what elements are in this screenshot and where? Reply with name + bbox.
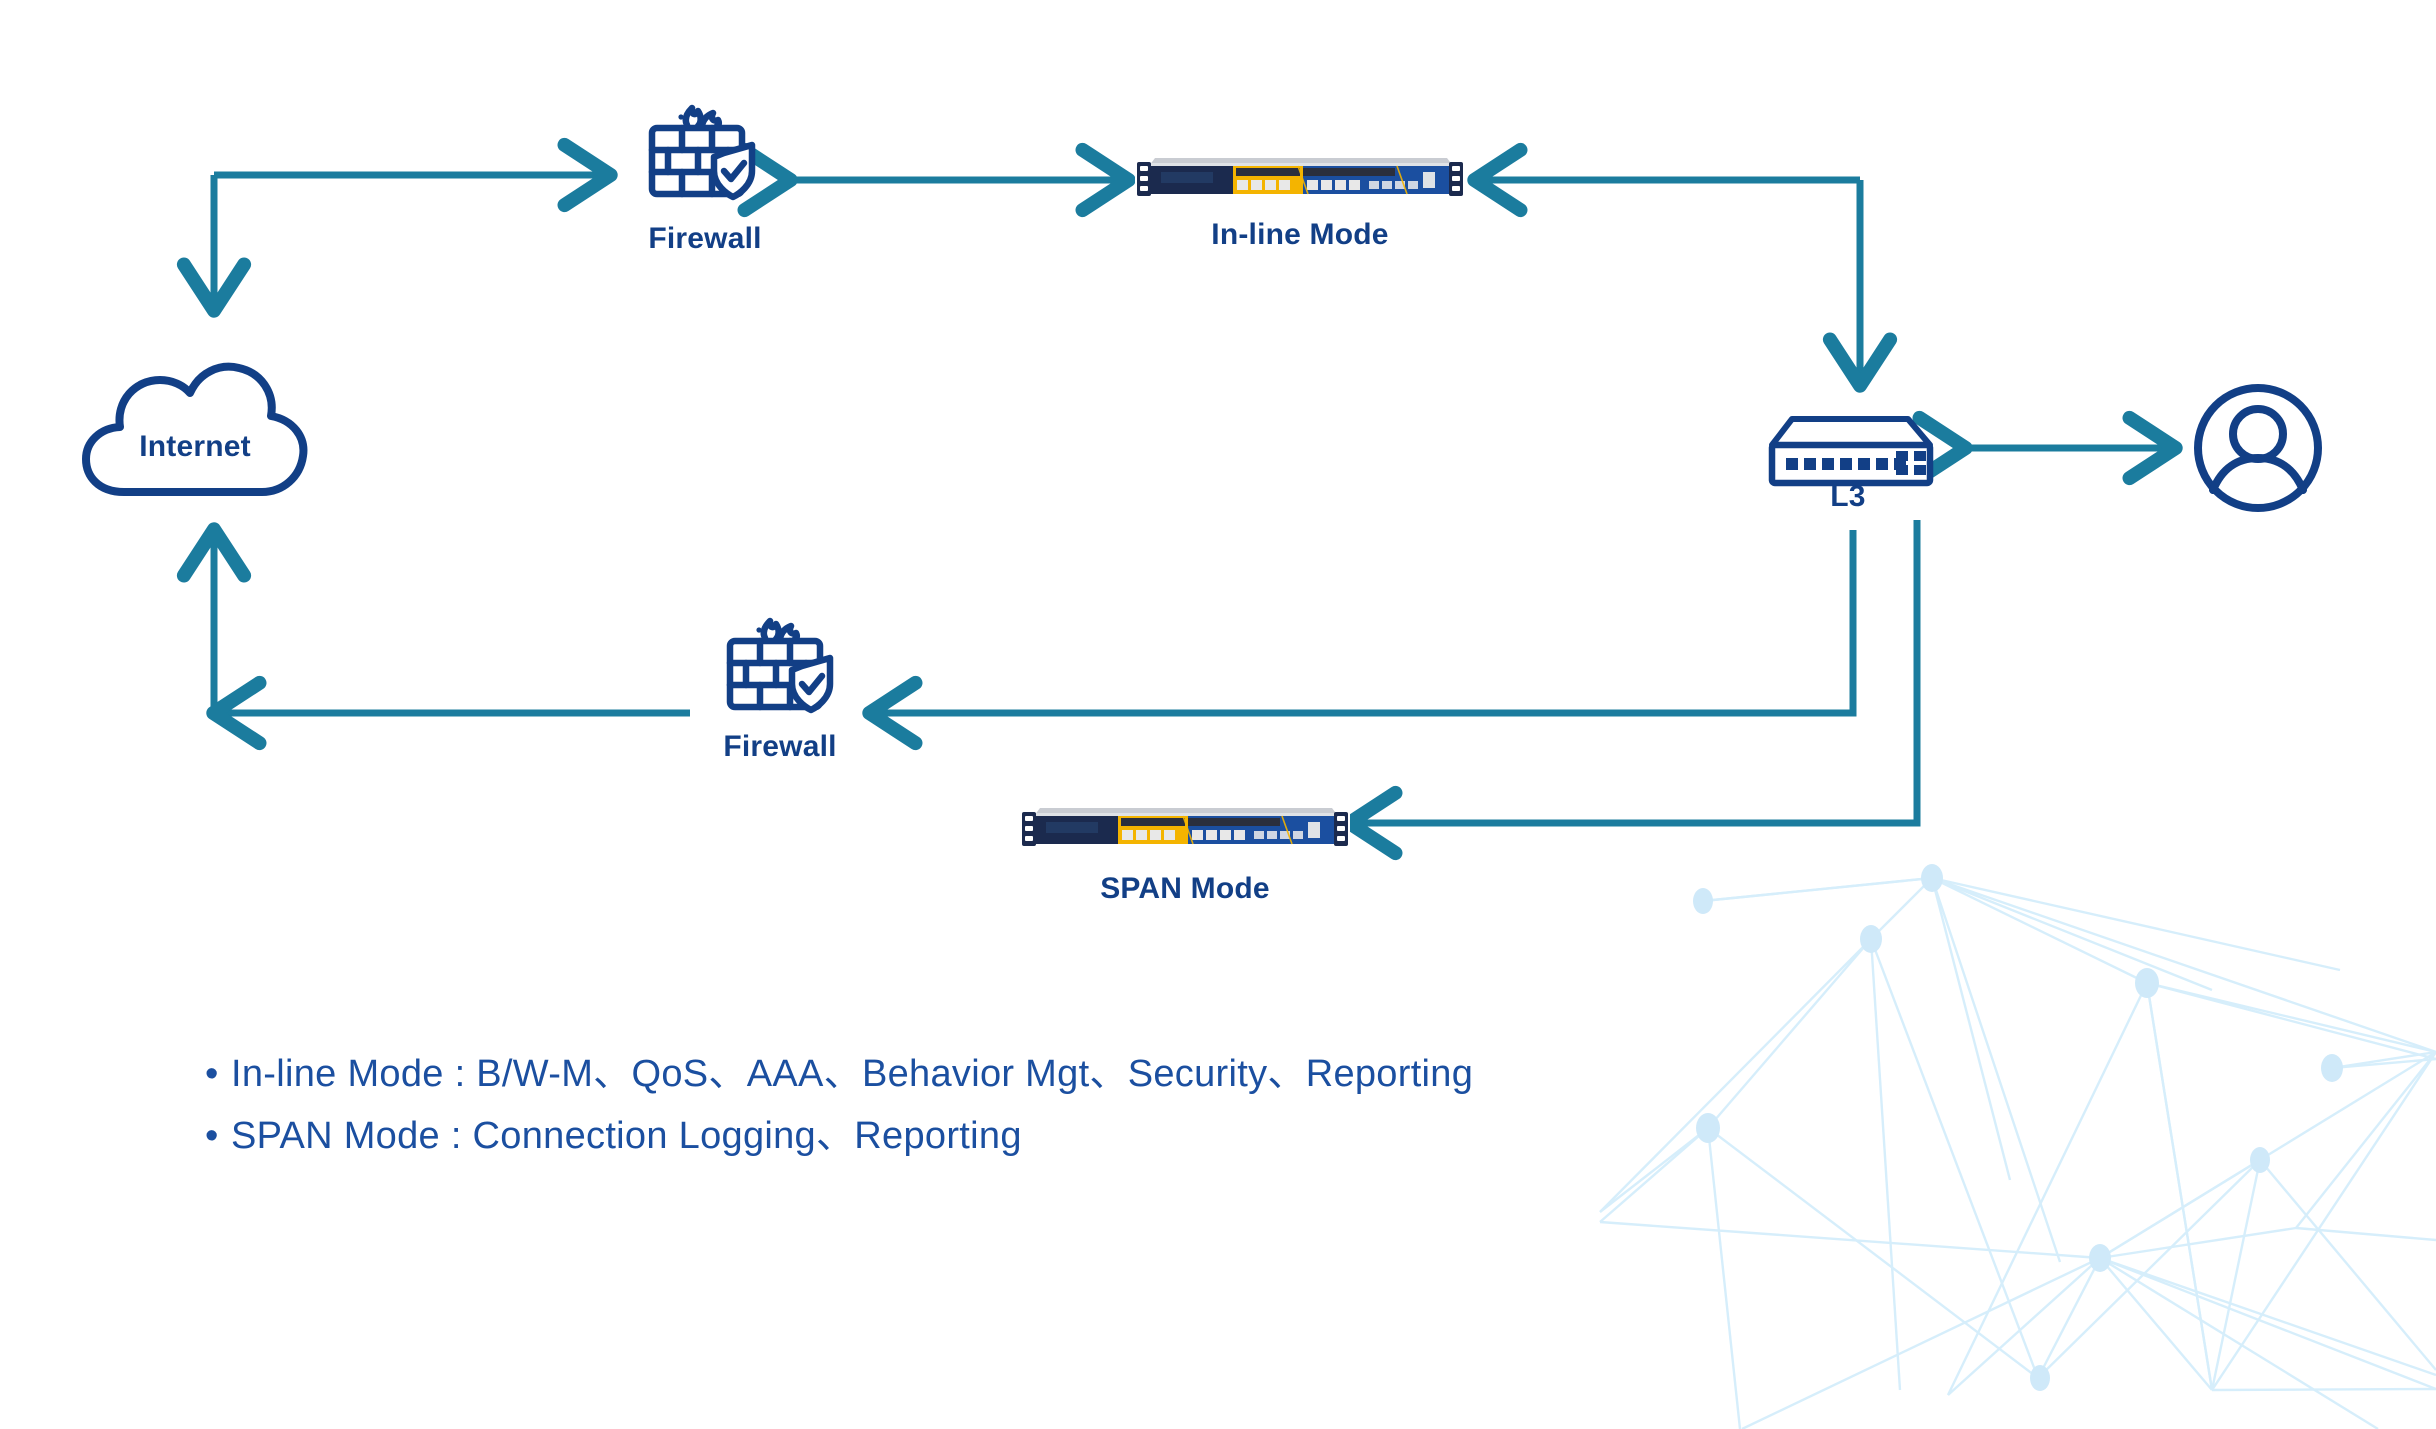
bullet-point-icon: • (205, 1115, 219, 1157)
legend-item-span-mode: • SPAN Mode : Connection Logging、Reportin… (205, 1105, 1473, 1167)
l3-label: L3 (1830, 480, 1866, 513)
firewall-bottom-label: Firewall (723, 730, 837, 763)
labels-layer: Internet Firewall In-line Mode L3 Firewa… (0, 0, 2436, 1429)
diagram-canvas: Internet Firewall In-line Mode L3 Firewa… (0, 0, 2436, 1429)
span-mode-label: SPAN Mode (1100, 872, 1270, 905)
legend-item-span-mode-text: SPAN Mode : Connection Logging、Reporting (231, 1115, 1022, 1157)
legend-item-inline-mode: • In-line Mode : B/W-M、QoS、AAA、Behavior M… (205, 1043, 1473, 1105)
bullet-point-icon: • (205, 1053, 219, 1095)
inline-mode-label: In-line Mode (1211, 218, 1389, 251)
internet-label: Internet (139, 430, 251, 463)
legend-list: • In-line Mode : B/W-M、QoS、AAA、Behavior M… (205, 1043, 1473, 1167)
firewall-top-label: Firewall (648, 222, 762, 255)
legend-item-inline-mode-text: In-line Mode : B/W-M、QoS、AAA、Behavior Mg… (231, 1053, 1474, 1095)
